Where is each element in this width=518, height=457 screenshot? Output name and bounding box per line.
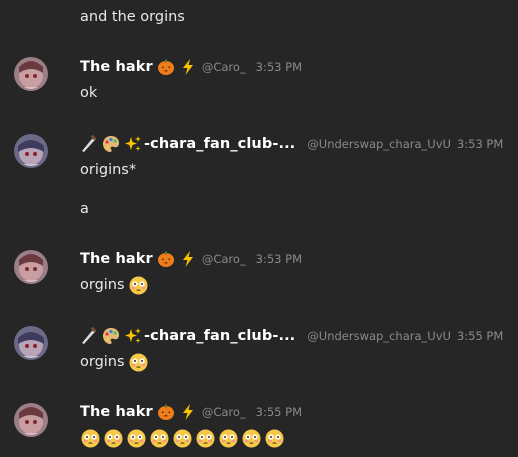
- message-text-content: orgins: [80, 277, 125, 293]
- avatar[interactable]: [14, 250, 48, 284]
- flushed-face-icon: [242, 429, 261, 448]
- sparkles-icon: [124, 327, 142, 345]
- jack-o-lantern-icon: [157, 403, 175, 421]
- message-header: The hakr @Caro_ 3:53 PM: [80, 57, 302, 77]
- flushed-face-icon: [196, 429, 215, 448]
- author-handle: @Underswap_chara_UvU: [307, 329, 451, 343]
- jack-o-lantern-icon: [157, 250, 175, 268]
- message-text: a: [80, 201, 89, 217]
- message-header: The hakr @Caro_ 3:55 PM: [80, 402, 302, 422]
- author-name[interactable]: The hakr: [80, 251, 153, 267]
- flushed-face-icon: [127, 429, 146, 448]
- flushed-face-icon: [81, 429, 100, 448]
- author-handle: @Caro_: [201, 60, 246, 74]
- jack-o-lantern-icon: [157, 58, 175, 76]
- author-name[interactable]: -chara_fan_club-...: [144, 328, 295, 344]
- knife-icon: [80, 327, 98, 345]
- message-text: orgins: [80, 275, 148, 295]
- flushed-face-icon: [265, 429, 284, 448]
- lightning-icon: [179, 403, 197, 421]
- flushed-face-icon: [129, 276, 148, 295]
- timestamp: 3:53 PM: [255, 60, 302, 74]
- knife-icon: [80, 135, 98, 153]
- timestamp: 3:55 PM: [255, 405, 302, 419]
- lightning-icon: [179, 58, 197, 76]
- author-handle: @Caro_: [201, 405, 246, 419]
- avatar[interactable]: [14, 403, 48, 437]
- message-text: orgins: [80, 352, 148, 372]
- flushed-face-icon: [129, 353, 148, 372]
- author-name[interactable]: -chara_fan_club-...: [144, 136, 295, 152]
- message-header: -chara_fan_club-... @Underswap_chara_UvU…: [80, 326, 503, 346]
- flushed-face-icon: [104, 429, 123, 448]
- timestamp: 3:53 PM: [255, 252, 302, 266]
- lightning-icon: [179, 250, 197, 268]
- avatar[interactable]: [14, 57, 48, 91]
- palette-icon: [102, 327, 120, 345]
- emoji-row: [81, 429, 284, 448]
- sparkles-icon: [124, 135, 142, 153]
- flushed-face-icon: [173, 429, 192, 448]
- message-text-content: orgins: [80, 354, 125, 370]
- message-header: -chara_fan_club-... @Underswap_chara_UvU…: [80, 134, 503, 154]
- chat-log: and the orgins The hakr @Caro_ 3:53 PM o…: [0, 0, 518, 457]
- avatar[interactable]: [14, 134, 48, 168]
- timestamp: 3:53 PM: [456, 137, 504, 151]
- author-handle: @Underswap_chara_UvU: [307, 137, 451, 151]
- avatar[interactable]: [14, 326, 48, 360]
- flushed-face-icon: [219, 429, 238, 448]
- message-text: ok: [80, 85, 98, 101]
- author-name[interactable]: The hakr: [80, 59, 153, 75]
- message-header: The hakr @Caro_ 3:53 PM: [80, 249, 302, 269]
- author-handle: @Caro_: [201, 252, 246, 266]
- palette-icon: [102, 135, 120, 153]
- message-text: origins*: [80, 162, 137, 178]
- message-text: and the orgins: [80, 9, 185, 25]
- author-name[interactable]: The hakr: [80, 404, 153, 420]
- timestamp: 3:55 PM: [456, 329, 504, 343]
- flushed-face-icon: [150, 429, 169, 448]
